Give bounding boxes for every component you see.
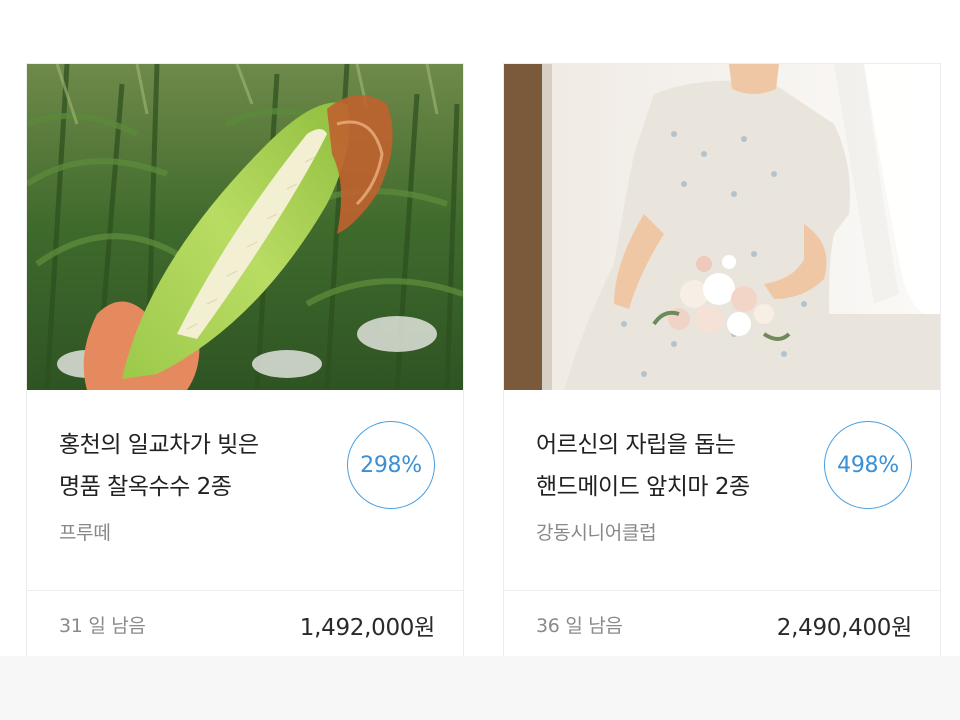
corn-image [27,64,463,390]
project-title-line1: 어르신의 자립을 돕는 [536,432,736,458]
project-info[interactable]: 홍천의 일교차가 빚은 명품 찰옥수수 2종 프루떼 298% [27,390,463,590]
project-footer: 36 일 남음 2,490,400원 [504,590,940,658]
funded-amount: 2,490,400원 [776,615,913,641]
funded-amount: 1,492,000원 [299,615,436,641]
project-maker[interactable]: 프루떼 [59,518,111,545]
project-title-line2: 핸드메이드 앞치마 2종 [536,474,750,500]
project-maker[interactable]: 강동시니어클럽 [536,518,657,545]
project-thumbnail-corn[interactable] [27,64,463,390]
days-left: 36 일 남음 [536,615,623,637]
project-title-line2: 명품 찰옥수수 2종 [59,474,232,500]
project-footer: 31 일 남음 1,492,000원 [27,590,463,658]
achievement-rate-badge: 498% [824,421,912,509]
project-title[interactable]: 홍천의 일교차가 빚은 명품 찰옥수수 2종 [59,424,329,508]
days-left: 31 일 남음 [59,615,146,637]
bottom-band [0,656,960,720]
funding-list-page: 홍천의 일교차가 빚은 명품 찰옥수수 2종 프루떼 298% 31 일 남음 … [0,0,960,720]
project-title[interactable]: 어르신의 자립을 돕는 핸드메이드 앞치마 2종 [536,424,806,508]
project-info[interactable]: 어르신의 자립을 돕는 핸드메이드 앞치마 2종 강동시니어클럽 498% [504,390,940,590]
project-title-line1: 홍천의 일교차가 빚은 [59,432,259,458]
project-card-apron[interactable]: 어르신의 자립을 돕는 핸드메이드 앞치마 2종 강동시니어클럽 498% 36… [503,63,941,656]
project-thumbnail-apron[interactable] [504,64,940,390]
apron-image [504,64,940,390]
achievement-rate-badge: 298% [347,421,435,509]
project-card-corn[interactable]: 홍천의 일교차가 빚은 명품 찰옥수수 2종 프루떼 298% 31 일 남음 … [26,63,464,656]
